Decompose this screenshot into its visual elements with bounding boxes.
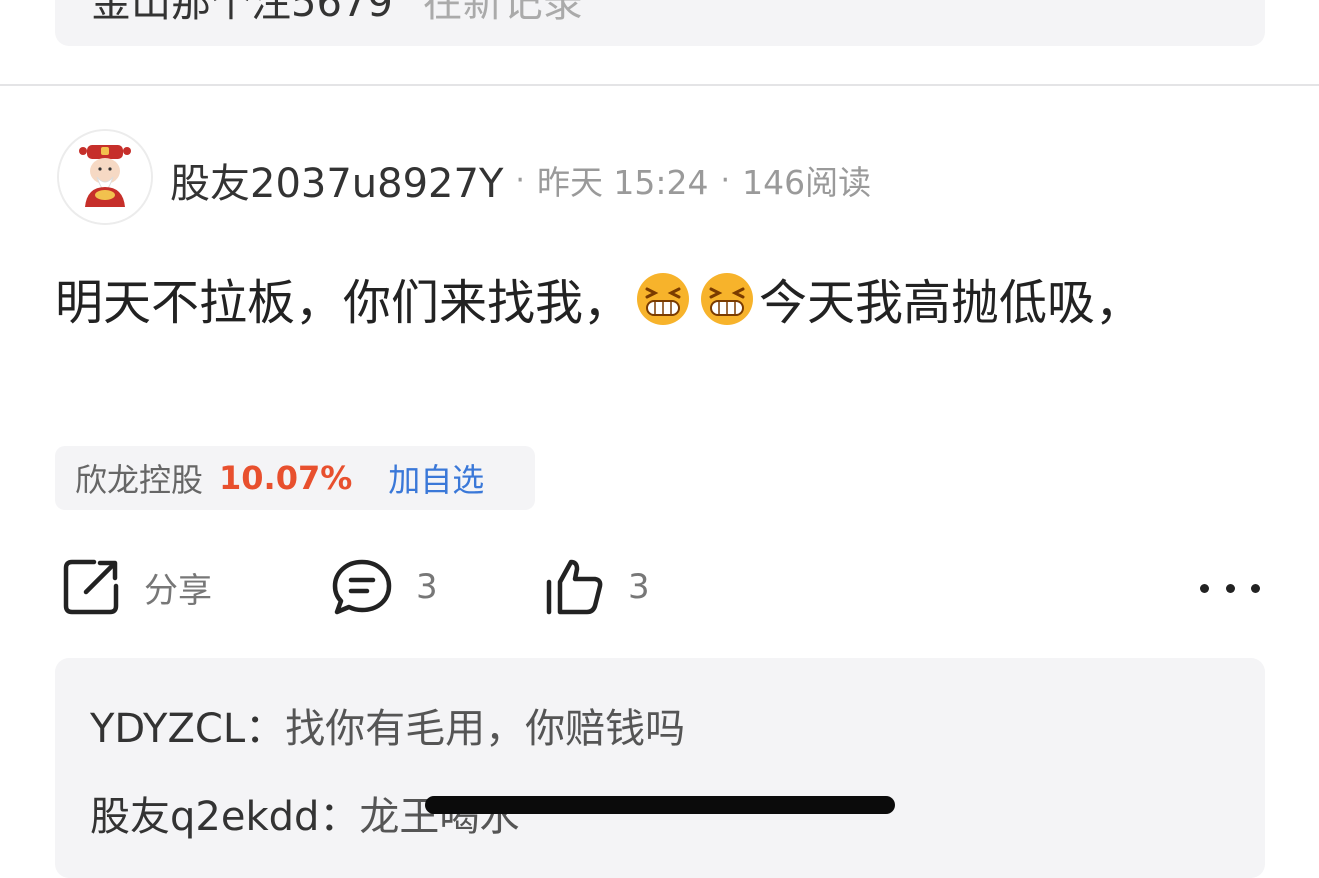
share-button[interactable]: 分享	[60, 555, 212, 619]
meta-separator: ·	[720, 162, 731, 198]
author-name[interactable]: 股友2037u8927Y	[170, 151, 503, 209]
read-count: 146阅读	[742, 163, 872, 202]
avatar[interactable]	[57, 129, 153, 225]
more-dot-icon	[1225, 583, 1235, 593]
comment-bubble-icon	[332, 559, 392, 615]
post-content[interactable]: 明天不拉板，你们来找我， 今天我高抛低吸，	[55, 265, 1255, 341]
quoted-card-title: 金山那个注5679	[91, 0, 393, 26]
thumbs-up-icon	[546, 559, 603, 615]
comment-text: 找你有毛用，你赔钱吗	[285, 706, 686, 752]
meta-separator: ·	[515, 162, 525, 198]
comment-item[interactable]: YDYZCL：找你有毛用，你赔钱吗	[90, 696, 685, 754]
comments-preview[interactable]: YDYZCL：找你有毛用，你赔钱吗 股友q2ekdd：龙王喝水	[55, 658, 1265, 878]
comment-author[interactable]: 股友q2ekdd：	[90, 794, 359, 840]
comment-author[interactable]: YDYZCL：	[90, 706, 285, 752]
share-icon	[63, 559, 119, 615]
quoted-card-text: 金山那个注5679 在新记录	[91, 0, 583, 28]
add-watchlist-button[interactable]: 加自选	[388, 455, 484, 501]
more-dot-icon	[1200, 583, 1209, 593]
like-count: 3	[628, 567, 650, 607]
quoted-card-top[interactable]: 金山那个注5679 在新记录	[55, 0, 1265, 46]
comment-count: 3	[416, 567, 438, 607]
share-label: 分享	[144, 570, 212, 611]
more-options-button[interactable]	[1200, 570, 1260, 606]
post-text-part2: 今天我高抛低吸，	[759, 275, 1144, 331]
like-button[interactable]: 3	[542, 555, 650, 619]
stock-chip[interactable]: 欣龙控股 10.07% 加自选	[55, 446, 535, 510]
post-text-part1: 明天不拉板，你们来找我，	[55, 275, 632, 331]
comment-button[interactable]: 3	[330, 555, 438, 619]
section-divider	[0, 84, 1319, 86]
stock-name[interactable]: 欣龙控股	[75, 455, 203, 501]
stock-change: 10.07%	[219, 459, 353, 497]
redaction-mark	[425, 796, 895, 814]
post-time: 昨天 15:24	[536, 163, 709, 202]
post-meta: 股友2037u8927Y · 昨天 15:24 · 146阅读	[170, 150, 871, 210]
quoted-card-subtitle: 在新记录	[422, 0, 583, 26]
grinning-squint-emoji-icon	[637, 273, 690, 325]
grinning-squint-emoji-icon	[701, 273, 754, 325]
more-dot-icon	[1251, 583, 1260, 593]
god-of-wealth-avatar-icon	[59, 131, 151, 223]
